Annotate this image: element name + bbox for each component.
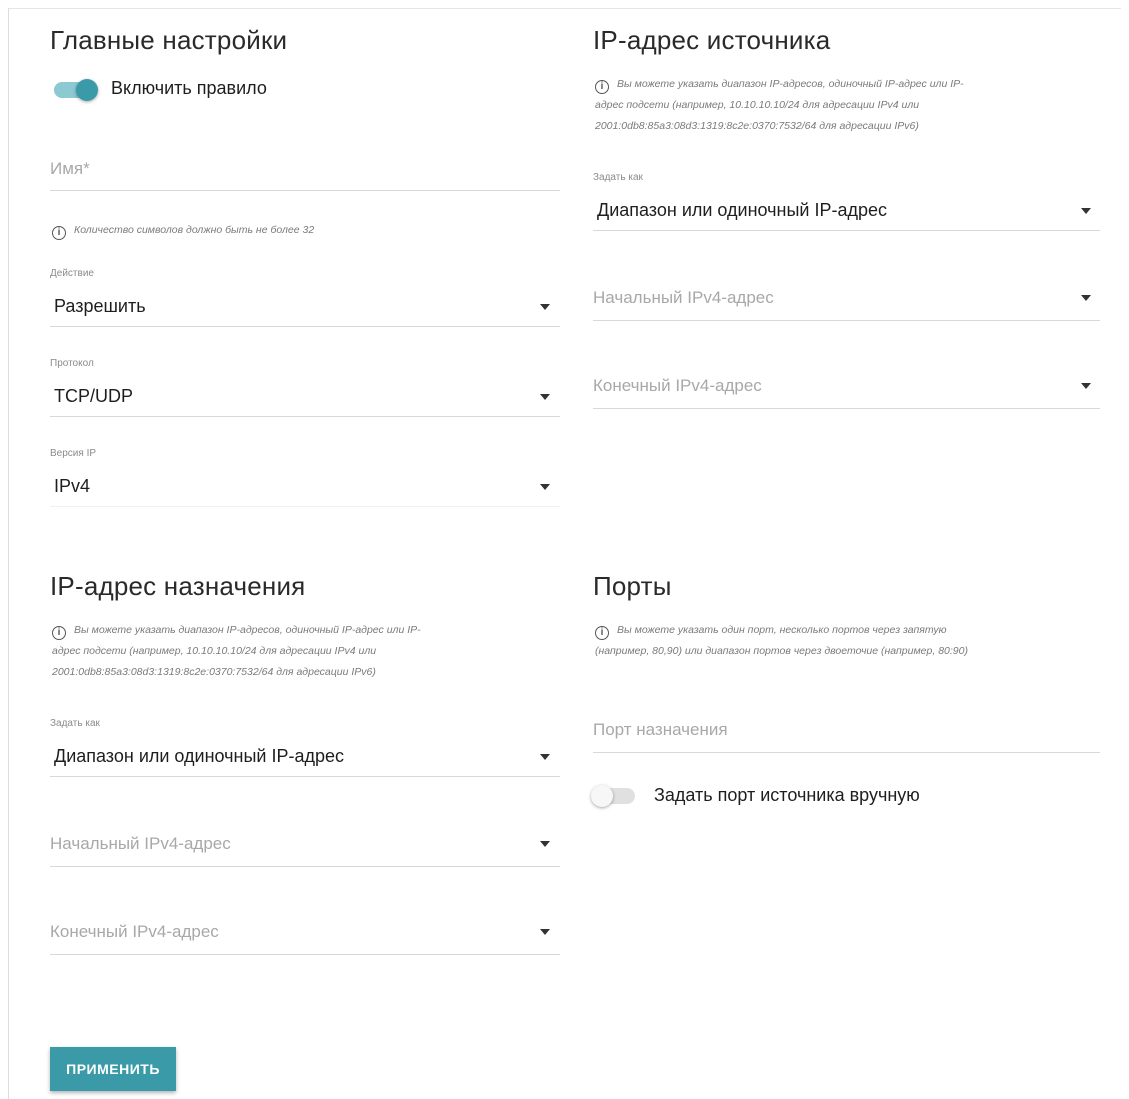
chevron-down-icon (1081, 295, 1091, 301)
info-icon: i (595, 80, 609, 94)
name-hint: i Количество символов должно быть не боле… (52, 220, 314, 241)
ip-version-underline (50, 506, 560, 507)
source-set-as-underline (593, 230, 1100, 231)
destination-start-ip-field[interactable]: Начальный IPv4-адрес (50, 824, 560, 868)
chevron-down-icon (1081, 383, 1091, 389)
source-set-as-select[interactable]: Задать как Диапазон или одиночный IP-адр… (593, 172, 1100, 232)
enable-rule-label: Включить правило (111, 78, 267, 98)
protocol-value: TCP/UDP (54, 386, 134, 406)
source-ip-title: IP-адрес источника (593, 25, 831, 55)
name-placeholder: Имя* (50, 159, 90, 178)
destination-set-as-value: Диапазон или одиночный IP-адрес (54, 746, 345, 766)
destination-port-underline (593, 752, 1100, 753)
destination-ip-title: IP-адрес назначения (50, 571, 306, 601)
main-settings-title: Главные настройки (50, 25, 288, 55)
name-field[interactable]: Имя* (50, 150, 560, 192)
action-underline (50, 326, 560, 327)
manual-source-port-toggle[interactable] (591, 784, 653, 808)
ports-title: Порты (593, 571, 672, 601)
chevron-down-icon (540, 929, 550, 935)
chevron-down-icon (1081, 208, 1091, 214)
destination-set-as-select[interactable]: Задать как Диапазон или одиночный IP-адр… (50, 718, 560, 778)
protocol-underline (50, 416, 560, 417)
ports-hint: i Вы можете указать один порт, несколько … (595, 624, 968, 657)
ip-version-label: Версия IP (50, 448, 97, 459)
protocol-select[interactable]: Протокол TCP/UDP (50, 358, 560, 418)
destination-port-placeholder: Порт назначения (593, 720, 728, 739)
action-value: Разрешить (54, 296, 146, 316)
ip-version-value: IPv4 (54, 476, 91, 496)
source-start-ip-placeholder: Начальный IPv4-адрес (593, 288, 774, 307)
info-icon: i (52, 626, 66, 640)
source-ip-hint: i Вы можете указать диапазон IP-адресов, … (595, 78, 964, 132)
destination-port-field[interactable]: Порт назначения (593, 710, 1100, 754)
source-start-ip-underline (593, 320, 1100, 321)
destination-start-ip-underline (50, 866, 560, 867)
chevron-down-icon (540, 484, 550, 490)
info-icon: i (595, 626, 609, 640)
source-start-ip-field[interactable]: Начальный IPv4-адрес (593, 278, 1100, 322)
chevron-down-icon (540, 754, 550, 760)
chevron-down-icon (540, 304, 550, 310)
chevron-down-icon (540, 394, 550, 400)
source-set-as-label: Задать как (593, 172, 643, 183)
destination-set-as-underline (50, 776, 560, 777)
destination-ip-hint: i Вы можете указать диапазон IP-адресов, … (52, 624, 421, 678)
action-label: Действие (50, 268, 94, 279)
protocol-label: Протокол (50, 358, 94, 369)
destination-end-ip-field[interactable]: Конечный IPv4-адрес (50, 912, 560, 956)
name-underline (50, 190, 560, 191)
ip-version-select[interactable]: Версия IP IPv4 (50, 448, 560, 508)
manual-source-port-label: Задать порт источника вручную (654, 785, 920, 805)
source-set-as-value: Диапазон или одиночный IP-адрес (597, 200, 888, 220)
destination-end-ip-placeholder: Конечный IPv4-адрес (50, 922, 219, 941)
destination-set-as-label: Задать как (50, 718, 100, 729)
toggle-knob (76, 79, 98, 101)
toggle-knob (591, 785, 613, 807)
destination-end-ip-underline (50, 954, 560, 955)
source-end-ip-placeholder: Конечный IPv4-адрес (593, 376, 762, 395)
source-end-ip-field[interactable]: Конечный IPv4-адрес (593, 366, 1100, 410)
info-icon: i (52, 226, 66, 240)
source-end-ip-underline (593, 408, 1100, 409)
apply-button[interactable]: ПРИМЕНИТЬ (50, 1047, 176, 1091)
destination-start-ip-placeholder: Начальный IPv4-адрес (50, 834, 231, 853)
chevron-down-icon (540, 841, 550, 847)
action-select[interactable]: Действие Разрешить (50, 268, 560, 328)
